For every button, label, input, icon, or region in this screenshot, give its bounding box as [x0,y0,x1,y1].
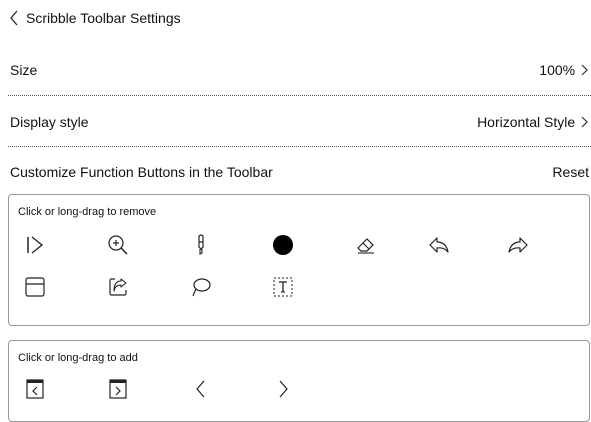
chevron-left-icon [10,10,18,26]
customize-label: Customize Function Buttons in the Toolba… [10,164,273,180]
previous-page-button[interactable] [23,377,47,401]
page-title: Scribble Toolbar Settings [26,10,181,26]
remove-panel: Click or long-drag to remove [8,194,590,326]
chevron-right-icon [279,380,288,398]
chevron-left-icon [196,380,205,398]
reset-button[interactable]: Reset [552,164,589,180]
display-style-row[interactable]: Display style Horizontal Style [0,104,591,140]
next-page-button[interactable] [106,377,130,401]
redo-button[interactable] [506,233,530,257]
header-bar: Scribble Toolbar Settings [0,0,591,36]
color-button[interactable] [271,233,295,257]
size-label: Size [10,62,38,78]
save-button[interactable] [23,275,47,299]
redo-icon [508,237,528,253]
eraser-icon [357,238,374,254]
eraser-button[interactable] [354,233,378,257]
text-box-icon [273,277,293,297]
color-dot-icon [273,235,293,255]
share-icon [109,278,127,296]
size-value: 100% [539,62,576,78]
undo-icon [429,237,449,253]
text-box-button[interactable] [271,275,295,299]
display-style-value: Horizontal Style [477,114,576,130]
display-style-label: Display style [10,114,89,130]
lasso-button[interactable] [189,275,213,299]
remove-panel-label: Click or long-drag to remove [18,206,157,218]
chevron-right-icon [581,64,588,76]
next-page-icon [109,379,127,399]
back-button[interactable] [8,9,22,27]
undo-button[interactable] [427,233,451,257]
collapse-toolbar-button[interactable] [23,233,47,257]
previous-page-icon [26,379,44,399]
size-value-group: 100% [539,62,589,78]
add-panel-label: Click or long-drag to add [18,352,138,364]
collapse-toolbar-icon [27,236,44,254]
lasso-icon [192,278,211,297]
chevron-right-icon [581,116,588,128]
zoom-in-button[interactable] [106,233,130,257]
share-button[interactable] [106,275,130,299]
customize-row: Customize Function Buttons in the Toolba… [0,155,591,191]
scroll-left-button[interactable] [189,377,213,401]
pen-icon [198,234,204,255]
pen-button[interactable] [189,233,213,257]
zoom-in-icon [108,235,128,255]
scroll-right-button[interactable] [271,377,295,401]
divider [8,146,591,147]
size-row[interactable]: Size 100% [0,52,591,88]
divider [8,95,591,96]
save-icon [25,277,45,297]
add-panel: Click or long-drag to add [8,340,590,422]
display-style-value-group: Horizontal Style [477,114,589,130]
